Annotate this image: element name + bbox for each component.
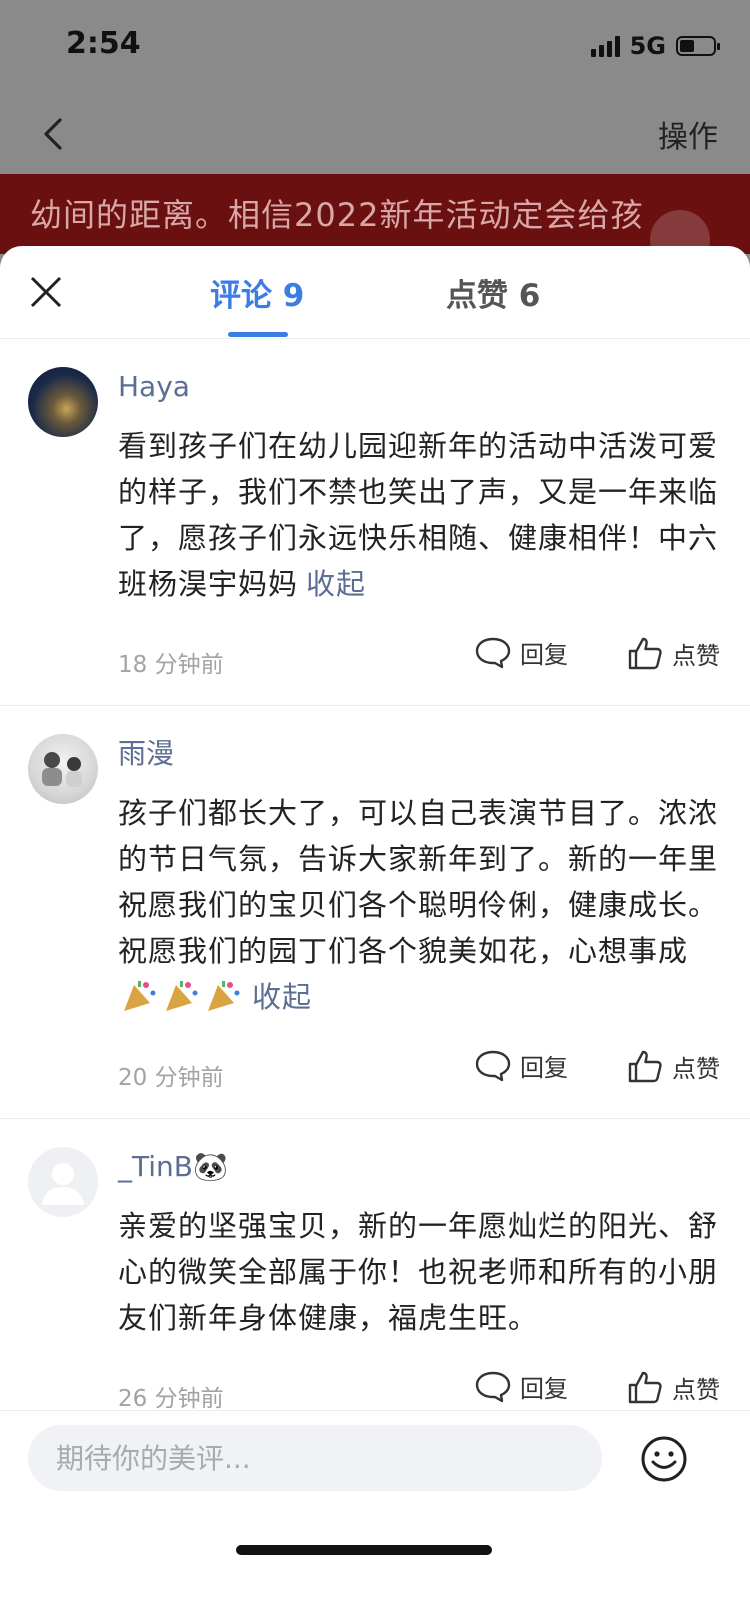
thumbs-up-icon	[628, 637, 662, 670]
comment-author[interactable]: _TinB🐼	[118, 1149, 720, 1185]
comment-bubble-icon	[475, 1050, 511, 1081]
comment-bubble-icon	[475, 637, 511, 668]
like-button[interactable]: 点赞	[626, 1048, 720, 1084]
battery-icon	[676, 36, 720, 56]
close-icon[interactable]	[26, 272, 66, 312]
comment-bubble-icon	[475, 1371, 511, 1402]
collapse-link[interactable]: 收起	[306, 567, 366, 601]
emoji-icon[interactable]	[640, 1435, 688, 1483]
reply-button[interactable]: 回复	[474, 1048, 568, 1083]
home-indicator	[236, 1545, 492, 1555]
nav-bar: 操作	[0, 100, 750, 174]
status-indicators: 5G	[590, 32, 720, 60]
action-button[interactable]: 操作	[658, 112, 718, 156]
reply-label: 回复	[520, 1375, 568, 1403]
comment-item: Haya 看到孩子们在幼儿园迎新年的活动中活泼可爱的样子，我们不禁也笑出了声，又…	[0, 339, 750, 706]
comment-meta: 18 分钟前 回复 点赞	[118, 629, 720, 691]
reply-label: 回复	[520, 1054, 568, 1082]
party-popper-icon	[208, 981, 240, 1011]
status-time: 2:54	[66, 26, 141, 61]
comment-item: 雨漫 孩子们都长大了，可以自己表演节目了。浓浓的节日气氛，告诉大家新年到了。新的…	[0, 706, 750, 1119]
comment-text-content: 孩子们都长大了，可以自己表演节目了。浓浓的节日气氛，告诉大家新年到了。新的一年里…	[118, 796, 719, 968]
signal-icon	[590, 35, 620, 57]
comment-time: 18 分钟前	[118, 652, 224, 678]
avatar-photo	[42, 752, 82, 787]
comment-meta: 20 分钟前 回复 点赞	[118, 1042, 720, 1104]
like-label: 点赞	[672, 1054, 720, 1083]
article-banner: 幼间的距离。相信2022新年活动定会给孩	[0, 174, 750, 254]
comment-author[interactable]: Haya	[118, 369, 720, 405]
comment-text: 亲爱的坚强宝贝，新的一年愿灿烂的阳光、舒心的微笑全部属于你！也祝老师和所有的小朋…	[118, 1209, 719, 1335]
comment-input-bar	[0, 1410, 750, 1624]
comment-text: 看到孩子们在幼儿园迎新年的活动中活泼可爱的样子，我们不禁也笑出了声，又是一年来临…	[118, 423, 720, 607]
default-avatar-icon	[42, 1163, 84, 1205]
reply-label: 回复	[520, 641, 568, 669]
thumbs-up-icon	[628, 1371, 662, 1404]
comment-time: 20 分钟前	[118, 1065, 224, 1091]
tab-indicator	[228, 332, 288, 337]
party-popper-icon	[166, 981, 198, 1011]
reply-button[interactable]: 回复	[474, 1369, 568, 1404]
avatar[interactable]	[28, 734, 98, 804]
tab-comments[interactable]: 评论 9	[210, 270, 304, 315]
comment-time: 26 分钟前	[118, 1386, 224, 1412]
comment-input[interactable]	[28, 1425, 602, 1491]
avatar[interactable]	[28, 1147, 98, 1217]
network-type: 5G	[629, 32, 666, 60]
back-icon[interactable]	[36, 114, 76, 154]
like-label: 点赞	[672, 641, 720, 670]
thumbs-up-icon	[628, 1050, 662, 1083]
comment-author[interactable]: 雨漫	[118, 736, 720, 772]
collapse-link[interactable]: 收起	[252, 980, 312, 1014]
tab-likes[interactable]: 点赞 6	[446, 270, 540, 315]
banner-text: 幼间的距离。相信2022新年活动定会给孩	[30, 196, 644, 234]
like-button[interactable]: 点赞	[626, 635, 720, 671]
sheet-header: 评论 9 点赞 6	[0, 246, 750, 339]
comment-text: 孩子们都长大了，可以自己表演节目了。浓浓的节日气氛，告诉大家新年到了。新的一年里…	[118, 790, 720, 1020]
status-bar: 2:54 5G	[0, 0, 750, 100]
avatar[interactable]	[28, 367, 98, 437]
like-label: 点赞	[672, 1375, 720, 1404]
reply-button[interactable]: 回复	[474, 635, 568, 670]
party-popper-icon	[124, 981, 156, 1011]
like-button[interactable]: 点赞	[626, 1369, 720, 1405]
comment-item: _TinB🐼 亲爱的坚强宝贝，新的一年愿灿烂的阳光、舒心的微笑全部属于你！也祝老…	[0, 1119, 750, 1440]
comment-text-content: 看到孩子们在幼儿园迎新年的活动中活泼可爱的样子，我们不禁也笑出了声，又是一年来临…	[118, 429, 719, 601]
